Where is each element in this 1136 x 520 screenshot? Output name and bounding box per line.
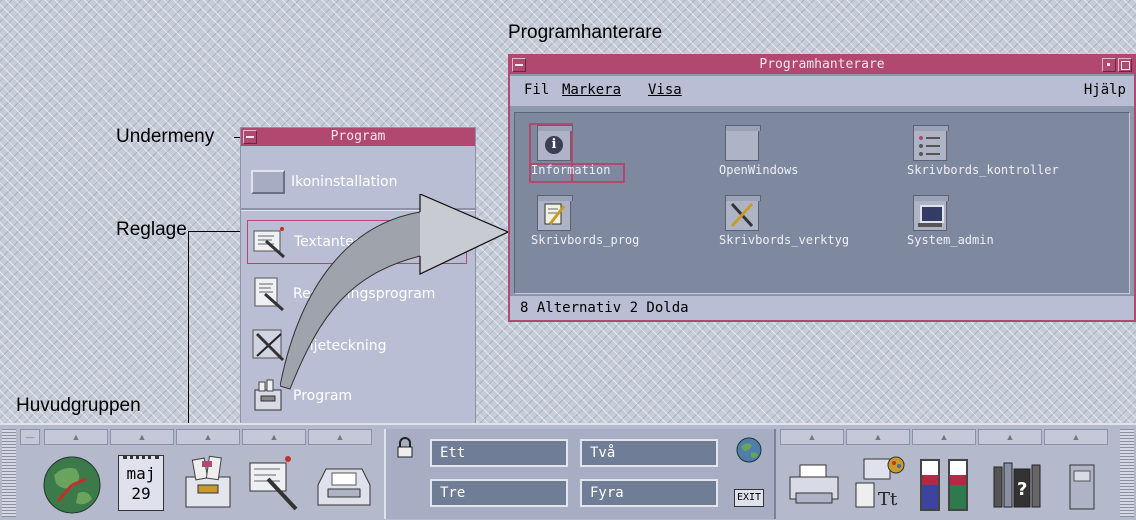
calendar-day: 29	[131, 484, 151, 503]
calendar-month: maj	[126, 464, 156, 483]
callout-submenu: Undermeny	[116, 126, 215, 147]
desktop-tools-icon	[725, 195, 761, 231]
callout-main-group: Huvudgruppen	[16, 395, 141, 416]
app-icon-system-admin[interactable]: System_admin	[907, 195, 1107, 253]
mail-icon[interactable]	[314, 461, 374, 509]
panel-right-grip[interactable]	[1120, 429, 1134, 517]
menu-file[interactable]: Fil	[524, 82, 549, 98]
icon-installer-icon	[251, 170, 285, 194]
menu-select[interactable]: Markera	[562, 82, 621, 98]
desktop-controls-icon	[913, 125, 949, 161]
svg-text:?: ?	[1017, 479, 1027, 500]
drag-arrow-graphic	[280, 194, 510, 390]
subpanel-arrow-2[interactable]: ▲	[110, 429, 174, 445]
workspace-button-2[interactable]: Två	[580, 439, 718, 467]
app-manager-titlebar[interactable]: Programhanterare	[510, 56, 1134, 74]
app-icon-information[interactable]: i Information	[529, 123, 731, 183]
workspace-button-3[interactable]: Tre	[430, 479, 568, 507]
subpanel-titlebar[interactable]: Program	[241, 128, 475, 146]
information-icon: i	[537, 125, 573, 161]
app-manager-icon-view: i Information OpenWindows Skrivbords_kon…	[514, 112, 1130, 294]
app-icon-desktop-tools[interactable]: Skrivbords_verktyg	[719, 195, 919, 253]
menu-view[interactable]: Visa	[648, 82, 682, 98]
app-icon-label: Information	[531, 163, 611, 177]
printer-icon[interactable]	[786, 461, 842, 509]
style-manager-icon[interactable]: Tt	[852, 455, 910, 513]
app-manager-menubar: Fil Markera Visa Hjälp	[510, 76, 1134, 106]
workspace-button-4[interactable]: Fyra	[580, 479, 718, 507]
trash-icon[interactable]	[1062, 459, 1102, 513]
globe-icon[interactable]	[736, 437, 762, 463]
front-panel: — ▲ ▲ ▲ ▲ ▲ maj 29 Ett Två Tre Fyra EXIT…	[0, 423, 1136, 520]
app-manager-status-bar: 8 Alternativ 2 Dolda	[510, 295, 1134, 320]
maximize-button[interactable]	[1118, 58, 1132, 72]
app-icon-label: OpenWindows	[719, 163, 799, 177]
app-icon-desktop-apps[interactable]: Skrivbords_prog	[531, 195, 731, 253]
lock-icon[interactable]	[396, 437, 414, 459]
subpanel-arrow-4[interactable]: ▲	[242, 429, 306, 445]
workspace-button-1[interactable]: Ett	[430, 439, 568, 467]
subpanel-title: Program	[330, 129, 386, 144]
system-admin-icon	[913, 195, 949, 231]
app-manager-title: Programhanterare	[759, 57, 885, 72]
app-icon-openwindows[interactable]: OpenWindows	[719, 125, 919, 183]
subpanel-arrow-1[interactable]: ▲	[44, 429, 108, 445]
app-manager-window: Programhanterare Fil Markera Visa Hjälp …	[508, 54, 1136, 322]
subpanel-arrow-3[interactable]: ▲	[176, 429, 240, 445]
file-manager-icon[interactable]	[180, 453, 236, 513]
app-icon-label: Skrivbords_kontroller	[907, 163, 1059, 177]
calendar-button[interactable]: maj 29	[118, 455, 164, 511]
panel-menu-button[interactable]: —	[20, 429, 40, 445]
callout-control: Reglage	[116, 219, 187, 240]
panel-left-grip[interactable]	[2, 429, 16, 517]
subpanel-menu-button[interactable]	[243, 130, 257, 144]
app-icon-label: Skrivbords_verktyg	[719, 233, 850, 247]
desktop-apps-icon	[537, 195, 573, 231]
text-note-panel-icon[interactable]	[246, 453, 306, 513]
clock-icon[interactable]	[40, 453, 104, 517]
performance-meter[interactable]	[920, 459, 974, 511]
subpanel-item-label: Ikoninstallation	[291, 174, 398, 190]
exit-button[interactable]: EXIT	[734, 489, 764, 507]
subpanel-arrow-10[interactable]: ▲	[1044, 429, 1108, 445]
subpanel-arrow-6[interactable]: ▲	[780, 429, 844, 445]
help-manager-icon[interactable]: ?	[990, 457, 1046, 513]
app-icon-label: System_admin	[907, 233, 994, 247]
subpanel-arrow-9[interactable]: ▲	[978, 429, 1042, 445]
workspace-switch: Ett Två Tre Fyra EXIT	[384, 429, 776, 519]
app-icon-desktop-controls[interactable]: Skrivbords_kontroller	[907, 125, 1107, 183]
callout-app-manager: Programhanterare	[508, 22, 663, 43]
subpanel-arrow-8[interactable]: ▲	[912, 429, 976, 445]
window-menu-button[interactable]	[512, 58, 526, 72]
minimize-button[interactable]	[1102, 58, 1116, 72]
svg-text:Tt: Tt	[878, 489, 898, 510]
subpanel-arrow-7[interactable]: ▲	[846, 429, 910, 445]
folder-icon	[725, 125, 761, 161]
subpanel-arrow-5[interactable]: ▲	[308, 429, 372, 445]
menu-help[interactable]: Hjälp	[1084, 82, 1126, 98]
app-icon-label: Skrivbords_prog	[531, 233, 640, 247]
callout-line-control-h	[188, 231, 246, 232]
